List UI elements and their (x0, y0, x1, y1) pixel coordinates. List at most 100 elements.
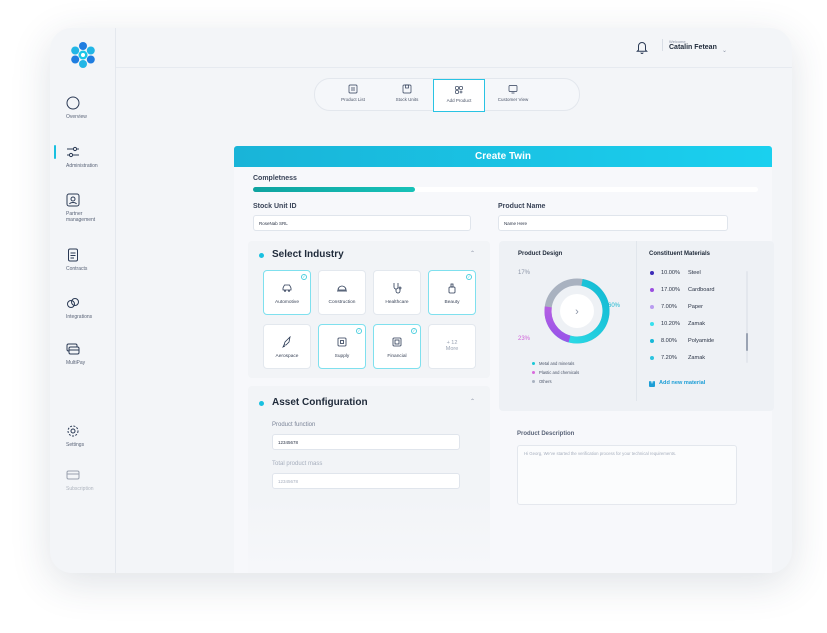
card-header: Create Twin (234, 146, 772, 167)
list-icon (348, 84, 358, 94)
tab-stock-units[interactable]: Stock Units (381, 79, 433, 112)
tab-label: Product List (341, 97, 365, 102)
industry-tile-beauty[interactable]: ✓ Beauty (428, 270, 476, 315)
pct-plastic: 23% (518, 336, 531, 342)
industry-tile-supply[interactable]: ✓ Supply (318, 324, 366, 369)
industry-tile-automotive[interactable]: ✓ Automotive (263, 270, 311, 315)
product-nav: Product List Stock Units Add Product Cus… (314, 78, 580, 112)
tile-label: Beauty (444, 300, 460, 305)
check-icon: ✓ (411, 328, 417, 334)
user-menu[interactable]: Welcome Catalin Fetean ⌄ (662, 39, 727, 54)
link-icon (67, 298, 79, 308)
supply-box-icon (337, 337, 347, 347)
tile-label: Healthcare (385, 300, 409, 305)
pct-others: 17% (518, 270, 531, 276)
user-name: Catalin Fetean (669, 44, 717, 51)
topbar: Welcome Catalin Fetean ⌄ (116, 28, 792, 68)
car-icon (282, 284, 292, 292)
tile-label: Aerospace (275, 354, 299, 359)
function-field[interactable]: 12345678 (272, 434, 460, 450)
helmet-icon (337, 285, 347, 292)
material-row[interactable]: 8.00% Polyamide (650, 338, 714, 344)
plus-icon: + (649, 380, 655, 387)
tab-add-product[interactable]: Add Product (433, 79, 485, 112)
pct-metal: 60% (608, 303, 621, 309)
scrollbar-track[interactable] (746, 271, 748, 363)
completeness-bar (253, 187, 758, 192)
materials-title: Constituent Materials (649, 251, 711, 257)
main-area: Welcome Catalin Fetean ⌄ Product List St… (116, 28, 792, 573)
tab-product-list[interactable]: Product List (327, 79, 379, 112)
sidebar-item-integrations[interactable]: Integrations (50, 296, 116, 320)
sidebar-item-subscription[interactable]: Subscription (50, 468, 116, 492)
sidebar-item-label: MultiPay (66, 360, 86, 366)
industry-tile-construction[interactable]: Construction (318, 270, 366, 315)
sidebar-item-label: Subscription (66, 486, 94, 492)
cards-icon (66, 343, 80, 355)
stethoscope-icon (393, 283, 402, 294)
sidebar-item-contracts[interactable]: Contracts (50, 248, 116, 272)
tab-label: Customer View (497, 97, 529, 102)
description-field[interactable]: Hi Georg, We've started the verification… (517, 445, 737, 505)
sidebar-item-overview[interactable]: Overview (50, 96, 116, 120)
wallet-icon (392, 337, 402, 347)
create-twin-card: Create Twin Completness Stock Unit ID Ro… (234, 146, 774, 573)
material-row[interactable]: 10.20% Zamak (650, 321, 705, 327)
description-title: Product Description (517, 431, 575, 437)
mass-field[interactable]: 12345678 (272, 473, 460, 489)
industry-tile-aerospace[interactable]: Aerospace (263, 324, 311, 369)
tab-label: Add Product (446, 98, 472, 103)
industry-title: Select Industry (272, 249, 344, 260)
sidebar-item-label: Administration (66, 163, 98, 169)
scrollbar-thumb[interactable] (746, 333, 748, 351)
material-row[interactable]: 17.00% Cardboard (650, 287, 714, 293)
sliders-icon (67, 146, 79, 158)
design-title: Product Design (518, 251, 563, 257)
completeness-fill (253, 187, 415, 192)
perfume-icon (448, 283, 456, 294)
function-label: Product function (272, 422, 316, 428)
industry-tile-healthcare[interactable]: Healthcare (373, 270, 421, 315)
gear-icon (67, 425, 79, 437)
legend-plastic: Plastic and chemicals (532, 370, 579, 375)
material-row[interactable]: 10.00% Steel (650, 270, 701, 276)
sidebar-item-administration[interactable]: Administration (50, 145, 116, 169)
tile-label: Supply (334, 354, 350, 359)
document-icon (68, 248, 78, 262)
more-industries-tile[interactable]: + 12 More (428, 324, 476, 369)
sidebar-item-multipay[interactable]: MultiPay (50, 342, 116, 366)
collapse-icon[interactable]: ⌃ (470, 398, 475, 405)
check-icon: ✓ (301, 274, 307, 280)
stock-unit-label: Stock Unit ID (253, 203, 297, 210)
asset-title: Asset Configuration (272, 397, 368, 408)
sidebar-item-settings[interactable]: Settings (50, 424, 116, 448)
contact-card-icon (66, 193, 80, 207)
chevron-down-icon: ⌄ (722, 48, 728, 54)
industry-panel: Select Industry ⌃ ✓ Automotive Construct… (248, 241, 490, 378)
rocket-icon (282, 336, 291, 348)
completeness-label: Completness (253, 175, 297, 182)
tab-customer-view[interactable]: Customer View (487, 79, 539, 112)
material-row[interactable]: 7.20% Zamak (650, 355, 705, 361)
design-panel: Product Design › 17% 60% 23% Metal and m… (499, 241, 774, 411)
tile-label: Financial (387, 354, 407, 359)
collapse-icon[interactable]: ⌃ (470, 250, 475, 257)
material-row[interactable]: 7.00% Paper (650, 304, 703, 310)
bell-icon[interactable] (636, 40, 648, 54)
product-name-field[interactable]: Name Here (498, 215, 728, 231)
sidebar-item-label: Integrations (66, 314, 93, 320)
app-window: Overview Administration Partner manageme… (50, 28, 792, 573)
stock-unit-field[interactable]: RoseNab SRL (253, 215, 471, 231)
materials-list: 10.00% Steel 17.00% Cardboard 7.00% Paper 1… (650, 270, 750, 375)
donut-chart: › (544, 278, 610, 344)
sidebar: Overview Administration Partner manageme… (50, 28, 116, 573)
add-material-button[interactable]: + Add new material (649, 380, 705, 387)
box-icon (402, 84, 412, 94)
product-name-label: Product Name (498, 203, 546, 210)
section-dot (259, 253, 264, 258)
sidebar-item-label: Settings (66, 442, 85, 448)
add-product-icon (454, 85, 464, 95)
sidebar-item-partner-management[interactable]: Partner management (50, 193, 116, 223)
tile-label: Automotive (275, 300, 299, 305)
industry-tile-financial[interactable]: ✓ Financial (373, 324, 421, 369)
